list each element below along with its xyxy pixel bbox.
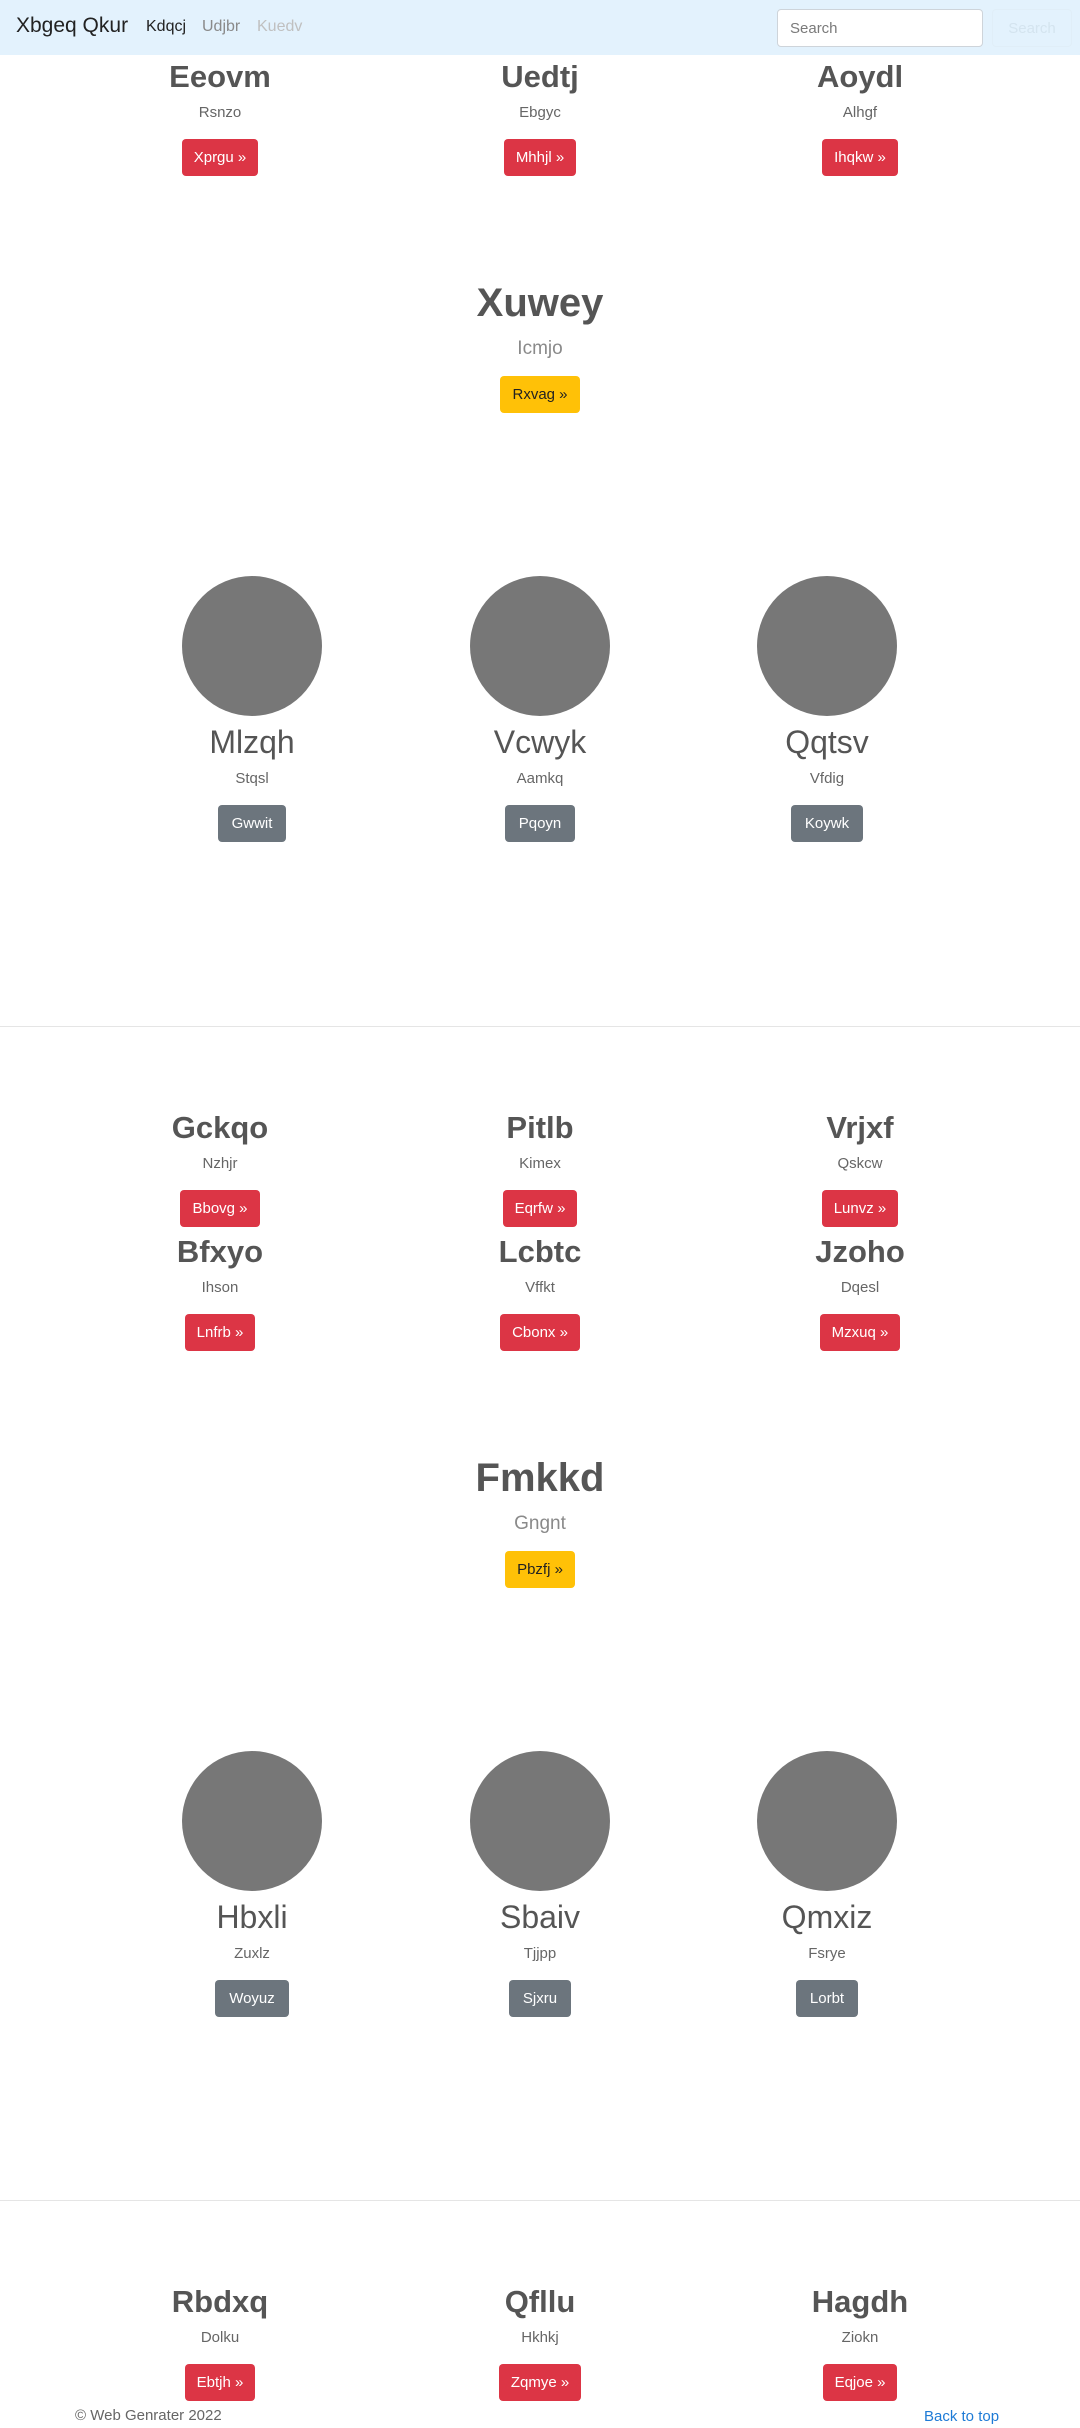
feature-subtitle: Dolku (200, 2329, 240, 2346)
feature-title: Aoydl (816, 59, 904, 94)
feature-title: Vrjxf (826, 1110, 894, 1145)
feature-subtitle: Nzhjr (202, 1155, 238, 1172)
feature-button[interactable]: Mzxuq » (819, 1314, 901, 1351)
back-to-top-link[interactable]: Back to top (924, 2408, 999, 2425)
hero-button[interactable]: Pbzfj » (505, 1551, 575, 1588)
nav-link-kuedv: Kuedv (257, 18, 303, 35)
hero-subtitle: Gngnt (514, 1513, 566, 1534)
card-button[interactable]: Sjxru (508, 1980, 572, 2017)
feature-title: Lcbtc (498, 1234, 582, 1269)
card-subtitle: Zuxlz (234, 1945, 270, 1962)
card-title: Qmxiz (781, 1899, 873, 1935)
feature-subtitle: Ziokn (841, 2329, 879, 2346)
avatar-placeholder (182, 1751, 322, 1891)
feature-subtitle: Dqesl (840, 1279, 880, 1296)
card-subtitle: Aamkq (516, 770, 564, 787)
card-subtitle: Vfdig (809, 770, 845, 787)
feature-subtitle: Ihson (201, 1279, 239, 1296)
feature-button[interactable]: Ihqkw » (822, 139, 898, 176)
feature-item: Eeovm Rsnzo Xprgu » (70, 61, 370, 176)
hero: Xuwey Icmjo Rxvag » (390, 283, 690, 413)
hero: Fmkkd Gngnt Pbzfj » (390, 1458, 690, 1588)
feature-item: Qfllu Hkhkj Zqmye » (390, 2286, 690, 2401)
feature-title: Qfllu (504, 2284, 576, 2319)
card-title: Vcwyk (493, 724, 587, 760)
feature-subtitle: Alhgf (842, 104, 878, 121)
profile-card: Hbxli Zuxlz Woyuz (102, 1751, 402, 2017)
feature-subtitle: Ebgyc (519, 104, 561, 121)
feature-button[interactable]: Bbovg » (180, 1190, 260, 1227)
card-button[interactable]: Woyuz (215, 1980, 289, 2017)
feature-title: Eeovm (169, 59, 271, 94)
feature-button[interactable]: Eqjoe » (822, 2364, 898, 2401)
navbar: Xbgeq Qkur Kdqcj Udjbr Kuedv Search (0, 0, 1080, 55)
feature-title: Gckqo (171, 1110, 269, 1145)
card-title: Sbaiv (499, 1899, 581, 1935)
feature-title: Jzoho (815, 1234, 905, 1269)
feature-item: Uedtj Ebgyc Mhhjl » (390, 61, 690, 176)
avatar-placeholder (757, 576, 897, 716)
feature-subtitle: Hkhkj (521, 2329, 559, 2346)
section-divider (0, 1026, 1080, 1027)
feature-button[interactable]: Lnfrb » (184, 1314, 256, 1351)
feature-subtitle: Kimex (519, 1155, 561, 1172)
feature-item: Hagdh Ziokn Eqjoe » (710, 2286, 1010, 2401)
search-input[interactable] (777, 9, 983, 47)
card-subtitle: Tjjpp (523, 1945, 557, 1962)
feature-button[interactable]: Cbonx » (500, 1314, 580, 1351)
feature-subtitle: Rsnzo (198, 104, 242, 121)
card-title: Qqtsv (785, 724, 869, 760)
feature-subtitle: Vffkt (525, 1279, 555, 1296)
hero-title: Fmkkd (475, 1456, 605, 1500)
profile-card: Sbaiv Tjjpp Sjxru (390, 1751, 690, 2017)
feature-button[interactable]: Xprgu » (181, 139, 259, 176)
nav-link-udjbr[interactable]: Udjbr (202, 18, 240, 36)
card-button[interactable]: Koywk (790, 805, 864, 842)
feature-item: Pitlb Kimex Eqrfw » (390, 1112, 690, 1227)
card-subtitle: Stqsl (235, 770, 269, 787)
search-button[interactable]: Search (992, 9, 1072, 47)
avatar-placeholder (470, 576, 610, 716)
avatar-placeholder (182, 576, 322, 716)
section-divider (0, 2200, 1080, 2201)
hero-button[interactable]: Rxvag » (500, 376, 580, 413)
card-title: Mlzqh (209, 724, 295, 760)
avatar-placeholder (470, 1751, 610, 1891)
card-button[interactable]: Lorbt (795, 1980, 859, 2017)
feature-button[interactable]: Eqrfw » (502, 1190, 578, 1227)
nav-link-kdqcj[interactable]: Kdqcj (146, 18, 186, 36)
card-button[interactable]: Gwwit (217, 805, 287, 842)
footer-copyright: © Web Genrater 2022 (75, 2407, 222, 2424)
feature-subtitle: Qskcw (837, 1155, 883, 1172)
feature-button[interactable]: Lunvz » (821, 1190, 899, 1227)
hero-title: Xuwey (476, 281, 604, 325)
profile-card: Qqtsv Vfdig Koywk (677, 576, 977, 842)
feature-button[interactable]: Mhhjl » (503, 139, 577, 176)
profile-card: Qmxiz Fsrye Lorbt (677, 1751, 977, 2017)
feature-title: Bfxyo (176, 1234, 264, 1269)
avatar-placeholder (757, 1751, 897, 1891)
hero-subtitle: Icmjo (517, 338, 563, 359)
feature-title: Pitlb (506, 1110, 574, 1145)
profile-card: Vcwyk Aamkq Pqoyn (390, 576, 690, 842)
feature-button[interactable]: Ebtjh » (184, 2364, 256, 2401)
card-subtitle: Fsrye (808, 1945, 846, 1962)
feature-item: Jzoho Dqesl Mzxuq » (710, 1236, 1010, 1351)
feature-item: Aoydl Alhgf Ihqkw » (710, 61, 1010, 176)
feature-item: Rbdxq Dolku Ebtjh » (70, 2286, 370, 2401)
feature-title: Hagdh (811, 2284, 909, 2319)
brand-logo-text[interactable]: Xbgeq Qkur (16, 14, 128, 38)
feature-button[interactable]: Zqmye » (498, 2364, 582, 2401)
card-title: Hbxli (216, 1899, 288, 1935)
feature-title: Uedtj (501, 59, 579, 94)
feature-item: Bfxyo Ihson Lnfrb » (70, 1236, 370, 1351)
card-button[interactable]: Pqoyn (504, 805, 576, 842)
feature-item: Vrjxf Qskcw Lunvz » (710, 1112, 1010, 1227)
feature-item: Lcbtc Vffkt Cbonx » (390, 1236, 690, 1351)
feature-title: Rbdxq (171, 2284, 269, 2319)
profile-card: Mlzqh Stqsl Gwwit (102, 576, 402, 842)
feature-item: Gckqo Nzhjr Bbovg » (70, 1112, 370, 1227)
